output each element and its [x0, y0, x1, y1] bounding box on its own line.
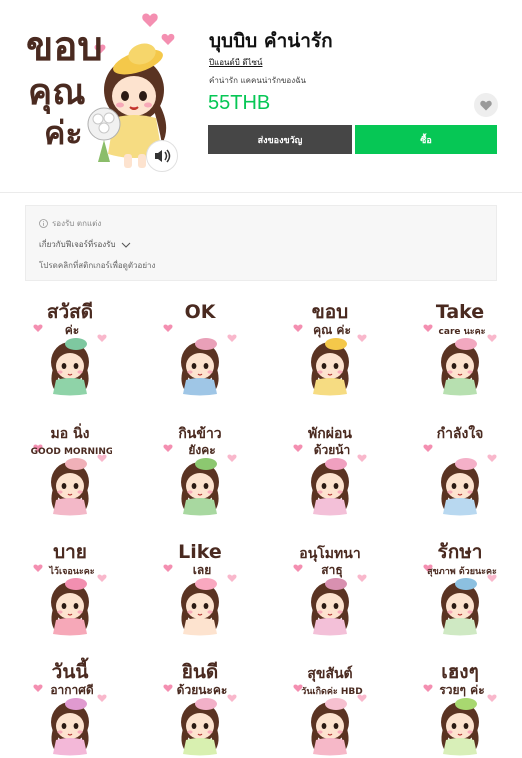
sticker-item[interactable]: สวัสดี ค่ะ — [28, 296, 112, 396]
sticker-caption-line1: พักผ่อน — [308, 426, 352, 442]
sticker-caption-line2: สาธุ — [321, 563, 342, 578]
sticker-item[interactable]: บายไว้เจอนะคะ — [28, 536, 112, 636]
sticker-image: Take care นะคะ — [423, 301, 497, 396]
sticker-caption-line1: Like — [178, 541, 222, 563]
supported-features-label: เกี่ยวกับฟีเจอร์ที่รองรับ — [39, 240, 116, 249]
sticker-caption-line1: รักษา — [438, 541, 483, 563]
sticker-caption-line1: อนุโมทนา — [299, 544, 360, 562]
sticker-caption-line2: คุณ ค่ะ — [313, 323, 351, 338]
sticker-caption-line1: เฮงๆ — [441, 661, 479, 683]
author-link[interactable]: ปีแอนด์บี ดีไซน์ — [209, 56, 262, 69]
sticker-image: อนุโมทนาสาธุ — [293, 544, 367, 636]
chevron-down-icon — [121, 242, 130, 248]
main-caption-1: ขอบ — [26, 24, 103, 70]
sticker-caption-line2: ไว้เจอนะคะ — [48, 565, 94, 577]
speaker-icon — [155, 149, 171, 163]
sticker-item[interactable]: ขอบ คุณ ค่ะ — [288, 296, 372, 396]
sticker-item[interactable]: รักษาสุขภาพ ด้วยนะคะ — [418, 536, 502, 636]
sticker-image: วันนี้อากาศดี — [33, 657, 107, 756]
sticker-image: ขอบคุณ ค่ะ — [293, 301, 367, 396]
sticker-caption-line1: ขอบ — [312, 301, 348, 323]
product-description: คำน่ารัก แคคนน่ารักของฉัน — [209, 76, 307, 85]
sticker-caption-line1: กำลังใจ — [437, 424, 484, 442]
buy-button[interactable]: ซื้อ — [355, 125, 497, 154]
sticker-caption-line1: OK — [185, 301, 217, 323]
sticker-caption-line2: สุขภาพ ด้วยนะคะ — [427, 566, 497, 577]
sticker-image: ยินดีด้วยนะคะ — [163, 661, 237, 756]
sticker-item[interactable]: กินข้าว ยังคะ — [158, 416, 242, 516]
sticker-image: รักษาสุขภาพ ด้วยนะคะ — [423, 541, 497, 636]
heart-icon — [480, 100, 492, 110]
sticker-caption-line2: อากาศดี — [50, 683, 94, 697]
sticker-caption-line2: GOOD MORNING — [31, 447, 112, 457]
sticker-item[interactable]: วันนี้ อากาศดี — [28, 656, 112, 756]
sound-preview-button[interactable] — [146, 140, 178, 172]
main-caption-3: ค่ะ — [44, 114, 83, 152]
feature-info-box: รองรับ ตกแต่ง เกี่ยวกับฟีเจอร์ที่รองรับ … — [25, 205, 497, 281]
sticker-item[interactable]: Take care นะคะ — [418, 296, 502, 396]
support-row: รองรับ ตกแต่ง — [39, 217, 101, 230]
sticker-caption-line1: ยินดี — [182, 661, 218, 683]
sticker-caption-line1: สวัสดี — [47, 301, 93, 323]
supported-features-toggle[interactable]: เกี่ยวกับฟีเจอร์ที่รองรับ — [39, 238, 131, 251]
sticker-caption-line2: เลย — [193, 563, 212, 577]
info-icon — [39, 219, 48, 228]
support-text: รองรับ ตกแต่ง — [52, 219, 102, 228]
sticker-caption-line2: ด้วยน้า — [314, 443, 351, 457]
sticker-image: บายไว้เจอนะคะ — [33, 541, 107, 636]
sticker-item[interactable]: เฮงๆ รวยๆ ค่ะ — [418, 656, 502, 756]
sticker-image: พักผ่อนด้วยน้า — [293, 426, 367, 516]
sticker-image: เฮงๆรวยๆ ค่ะ — [423, 661, 497, 756]
sticker-caption-line2: ด้วยนะคะ — [177, 683, 228, 697]
sticker-item[interactable]: สุขสันต์วันเกิดค่ะ HBD — [288, 656, 372, 756]
preview-hint: โปรดคลิกที่สติกเกอร์เพื่อดูตัวอย่าง — [39, 261, 156, 270]
product-price: 55THB — [208, 92, 271, 114]
sticker-caption-line1: วันนี้ — [52, 657, 90, 683]
sticker-item[interactable]: พักผ่อน ด้วยน้า — [288, 416, 372, 516]
product-header: ขอบ คุณ ค่ะ บุบบิบ คำน่ารัก ปีแอนด์บี ดี… — [0, 0, 522, 192]
sticker-image: OK — [163, 301, 237, 396]
sticker-caption-line2: care นะคะ — [439, 327, 486, 337]
sticker-image: มอ นิ่ง GOOD MORNING — [31, 423, 112, 516]
sticker-caption-line2: ค่ะ — [65, 323, 79, 337]
sticker-caption-line1: บาย — [53, 541, 87, 563]
sticker-caption-line2: ยังคะ — [188, 443, 215, 457]
sticker-image: สวัสดีค่ะ — [33, 301, 107, 396]
send-gift-button[interactable]: ส่งของขวัญ — [208, 125, 352, 154]
sticker-item[interactable]: Like เลย — [158, 536, 242, 636]
sticker-caption-line1: Take — [436, 301, 484, 323]
sticker-image: สุขสันต์วันเกิดค่ะ HBD — [293, 665, 367, 756]
sticker-item[interactable]: มอ นิ่ง GOOD MORNING — [28, 416, 112, 516]
sticker-caption-line1: สุขสันต์ — [307, 665, 352, 682]
sticker-item[interactable]: อนุโมทนา สาธุ — [288, 536, 372, 636]
product-title: บุบบิบ คำน่ารัก — [209, 30, 333, 52]
sticker-item[interactable]: OK — [158, 296, 242, 396]
favorite-button[interactable] — [474, 93, 498, 117]
sticker-image: Likeเลย — [163, 541, 237, 636]
sticker-caption-line1: มอ นิ่ง — [51, 423, 90, 442]
sticker-caption-line2: วันเกิดค่ะ HBD — [301, 686, 362, 697]
sticker-image: กินข้าวยังคะ — [163, 426, 237, 516]
sticker-caption-line2: รวยๆ ค่ะ — [439, 683, 484, 697]
sticker-caption-line1: กินข้าว — [178, 426, 222, 442]
sticker-item[interactable]: กำลังใจ — [418, 416, 502, 516]
section-divider — [0, 192, 522, 193]
main-caption-2: คุณ — [28, 72, 85, 115]
sticker-image: กำลังใจ — [423, 424, 497, 516]
sticker-item[interactable]: ยินดี ด้วยนะคะ — [158, 656, 242, 756]
